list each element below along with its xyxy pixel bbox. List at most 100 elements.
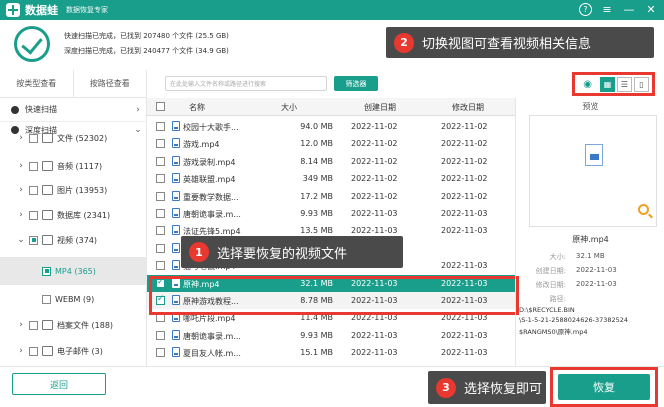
tree-item-images[interactable]: › 图片 (13953) (0, 178, 147, 202)
tab-by-path[interactable]: 按路径查看 (74, 70, 147, 97)
checkbox[interactable] (42, 294, 51, 304)
table-row[interactable]: 唐朝诡事录.m... 9.93 MB 2022-11-03 2022-11-03 (147, 327, 515, 344)
table-row[interactable]: 校园十大歌手... 94.0 MB 2022-11-02 2022-11-02 (147, 118, 515, 135)
row-size: 9.93 MB (300, 330, 333, 340)
menu-icon[interactable]: ≡ (600, 2, 614, 16)
chevron-right-icon[interactable]: › (16, 210, 26, 220)
tree-item-label: 图片 (13953) (57, 185, 108, 195)
search-placeholder: 在此处输入文件名称或路径进行搜索 (170, 81, 267, 88)
quick-scan-status: 快速扫描已完成，已找到 207480 个文件 (25.5 GB) (64, 32, 229, 40)
radio-filled-icon[interactable] (11, 105, 19, 114)
checkbox[interactable] (29, 185, 38, 195)
row-modified: 2022-11-03 (441, 209, 488, 218)
zoom-icon[interactable] (638, 204, 649, 215)
col-modified[interactable]: 修改日期 (452, 102, 484, 113)
checkbox[interactable] (29, 161, 38, 171)
tree-item-files[interactable]: › 文件 (52302) (0, 130, 147, 146)
row-name: 唐朝诡事录.m... (183, 331, 241, 341)
col-created[interactable]: 创建日期 (364, 102, 396, 113)
image-icon (42, 185, 53, 195)
row-checkbox[interactable] (156, 226, 165, 236)
tree-item-label: 音频 (1117) (57, 161, 103, 171)
help-icon[interactable]: ? (579, 2, 592, 16)
video-file-icon (172, 155, 180, 166)
row-checkbox[interactable] (156, 261, 165, 271)
table-row[interactable]: 游戏.mp4 12.0 MB 2022-11-02 2022-11-02 (147, 135, 515, 152)
tree-item-email[interactable]: › 电子邮件 (3) (0, 339, 147, 363)
database-icon (42, 210, 53, 220)
title-bar: 数据蛙 数据恢复专家 ? ≡ — ✕ (0, 0, 664, 20)
table-row[interactable]: 重要教学数据... 17.2 MB 2022-11-02 2022-11-02 (147, 188, 515, 205)
tree-item-mp4[interactable]: MP4 (365) (0, 257, 147, 285)
row-checkbox[interactable] (156, 122, 165, 131)
row-created: 2022-11-03 (351, 226, 398, 236)
chevron-right-icon[interactable]: › (16, 320, 26, 330)
video-file-icon (172, 208, 180, 218)
checkbox[interactable] (29, 346, 38, 356)
video-file-icon (172, 347, 180, 358)
recover-button[interactable]: 恢复 (558, 374, 650, 400)
table-row[interactable]: 夏目友人帐.m... 15.1 MB 2022-11-03 2022-11-03 (147, 344, 515, 361)
row-checkbox[interactable] (156, 209, 165, 218)
checkbox[interactable] (29, 320, 38, 330)
row-size: 8.14 MB (300, 156, 333, 166)
file-icon (42, 133, 53, 143)
chevron-right-icon[interactable]: › (133, 105, 143, 115)
chevron-right-icon[interactable]: › (16, 185, 26, 195)
row-created: 2022-11-03 (351, 348, 398, 358)
chevron-right-icon[interactable]: › (16, 346, 26, 356)
table-row[interactable]: 英雄联盟.mp4 349 MB 2022-11-02 2022-11-02 (147, 170, 515, 187)
minimize-icon[interactable]: — (622, 2, 636, 16)
row-modified: 2022-11-02 (441, 156, 488, 166)
callout-number: 2 (394, 32, 414, 53)
eye-icon[interactable]: ◉ (583, 79, 592, 90)
row-created: 2022-11-02 (351, 156, 398, 166)
preview-modified: 修改日期: 2022-11-03 (535, 280, 617, 289)
row-checkbox[interactable] (156, 174, 165, 184)
table-header: 名称 大小 创建日期 修改日期 (147, 98, 515, 116)
row-checkbox[interactable] (156, 348, 165, 358)
col-size[interactable]: 大小 (281, 102, 297, 113)
tab-by-type[interactable]: 按类型查看 (0, 70, 74, 97)
video-file-icon (585, 144, 603, 166)
row-checkbox[interactable] (156, 139, 165, 149)
preview-thumbnail (529, 115, 657, 227)
row-modified: 2022-11-02 (441, 122, 488, 131)
row-checkbox[interactable] (156, 156, 165, 166)
tree-item-webm[interactable]: WEBM (9) (0, 285, 147, 313)
chevron-down-icon[interactable]: ⌄ (16, 235, 26, 245)
deep-scan-status: 深度扫描已完成，已找到 240477 个文件 (34.9 GB) (64, 47, 229, 55)
grid-view-icon[interactable]: ▦ (600, 76, 615, 92)
row-checkbox[interactable] (156, 191, 165, 201)
tree-item-audio[interactable]: › 音频 (1117) (0, 154, 147, 178)
checkbox-partial[interactable] (29, 235, 38, 245)
checkbox[interactable] (29, 133, 38, 143)
back-button[interactable]: 返回 (12, 373, 106, 395)
close-icon[interactable]: ✕ (644, 2, 658, 16)
table-row[interactable]: 唐朝诡事录.m... 9.93 MB 2022-11-03 2022-11-03 (147, 205, 515, 222)
chevron-right-icon[interactable]: › (16, 161, 26, 171)
checkbox[interactable] (29, 210, 38, 220)
view-switcher: ◉ ▦ ☰ ▯ (572, 72, 655, 96)
row-checkbox[interactable] (156, 243, 165, 253)
filter-button[interactable]: 筛选器 (334, 76, 378, 91)
search-input[interactable]: 在此处输入文件名称或路径进行搜索 (165, 76, 327, 91)
chevron-right-icon[interactable]: › (16, 133, 26, 143)
preview-path-label: 路径: (549, 295, 566, 303)
select-all-checkbox[interactable] (156, 102, 165, 111)
row-size: 94.0 MB (300, 122, 333, 131)
checkbox-partial[interactable] (42, 266, 51, 276)
row-created: 2022-11-03 (351, 209, 398, 218)
detail-view-icon[interactable]: ▯ (634, 76, 649, 92)
table-row[interactable]: 游戏录制.mp4 8.14 MB 2022-11-02 2022-11-02 (147, 153, 515, 170)
list-view-icon[interactable]: ☰ (617, 76, 632, 92)
audio-icon (42, 161, 53, 171)
callout-switch-view: 2 切换视图可查看视频相关信息 (386, 27, 654, 58)
tree-item-video[interactable]: ⌄ 视频 (374) (0, 228, 147, 252)
col-name[interactable]: 名称 (189, 102, 205, 113)
row-checkbox[interactable] (156, 330, 165, 340)
tree-item-archive[interactable]: › 档案文件 (188) (0, 313, 147, 337)
callout-select-video: 1 选择要恢复的视频文件 (181, 236, 403, 268)
row-name: 英雄联盟.mp4 (183, 175, 236, 185)
tree-item-database[interactable]: › 数据库 (2341) (0, 203, 147, 227)
